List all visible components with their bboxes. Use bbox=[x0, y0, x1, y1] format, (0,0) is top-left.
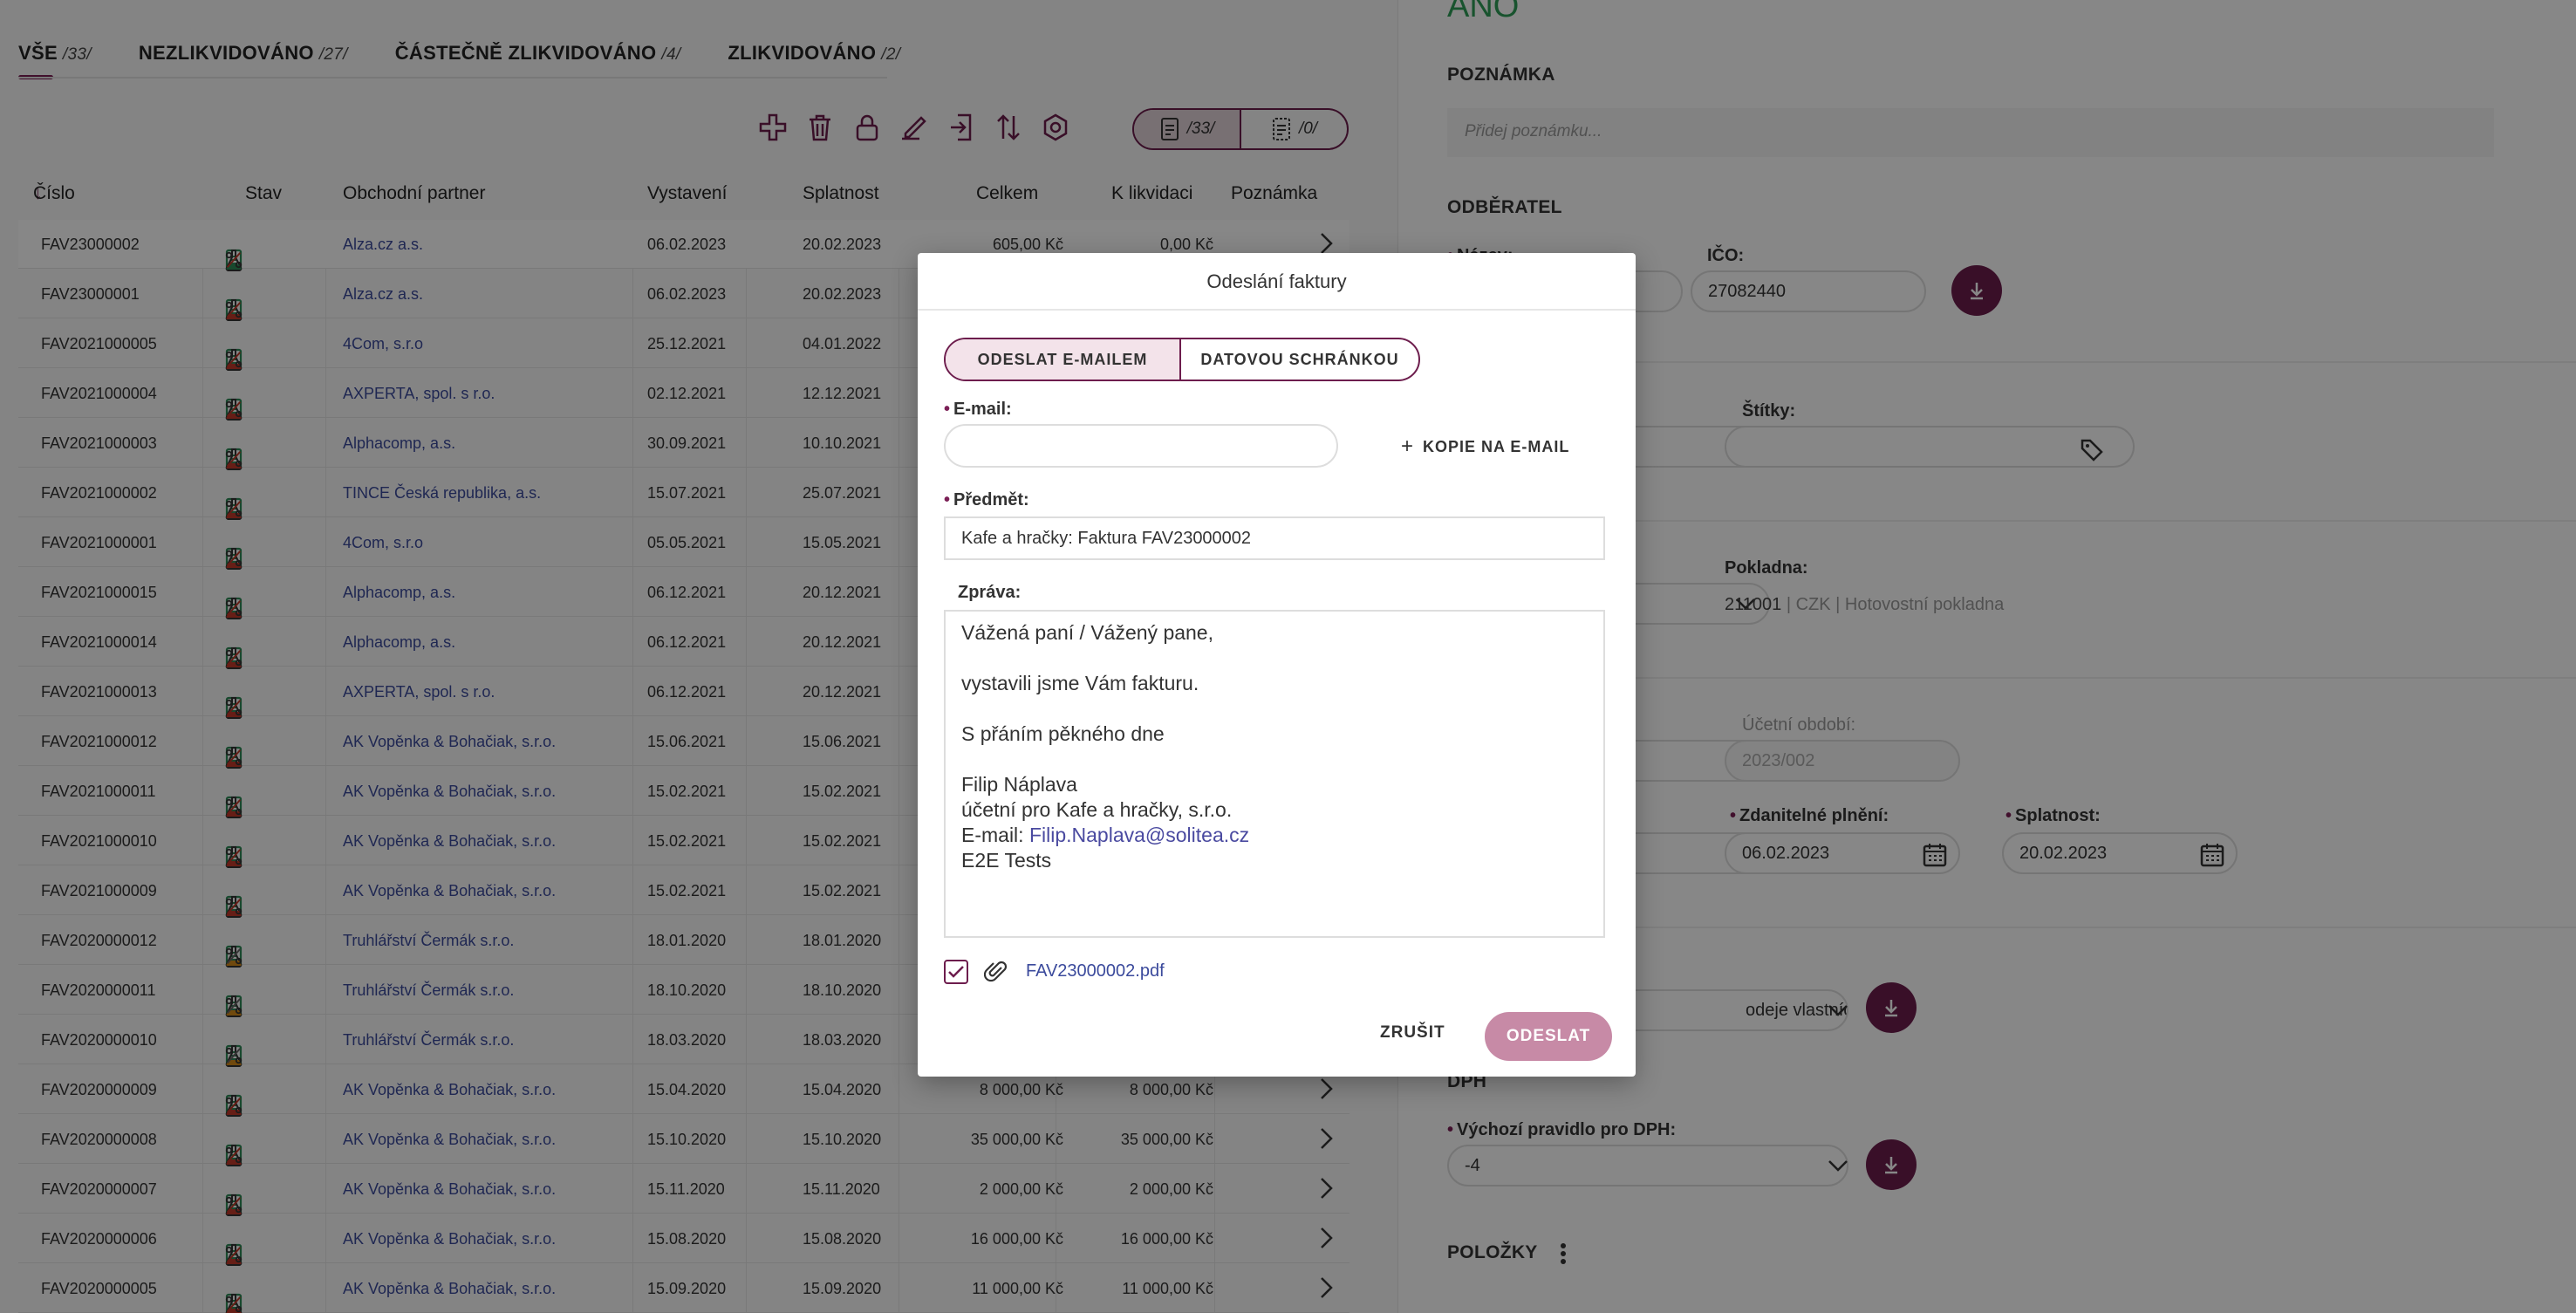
copy-to-email-button[interactable]: + KOPIE NA E-MAIL bbox=[1401, 434, 1569, 459]
message-line: Filip Náplava bbox=[961, 773, 1077, 796]
message-email-line: E-mail: Filip.Naplava@solitea.cz bbox=[961, 823, 1588, 848]
send-invoice-dialog: Odeslání faktury ODESLAT E-MAILEM DATOVO… bbox=[918, 253, 1636, 1077]
cancel-button[interactable]: ZRUŠIT bbox=[1380, 1023, 1445, 1043]
send-email-tab[interactable]: ODESLAT E-MAILEM bbox=[946, 339, 1181, 380]
send-button[interactable]: ODESLAT bbox=[1485, 1012, 1612, 1061]
subject-label: • Předmět: bbox=[944, 490, 1029, 509]
label-text: E-mail: bbox=[953, 400, 1012, 419]
label-text: Předmět: bbox=[953, 490, 1029, 509]
message-textarea[interactable]: Vážená paní / Vážený pane, vystavili jsm… bbox=[944, 610, 1605, 938]
dialog-title: Odeslání faktury bbox=[918, 253, 1636, 311]
message-email-link[interactable]: Filip.Naplava@solitea.cz bbox=[1029, 824, 1249, 846]
paperclip-icon bbox=[984, 961, 1008, 982]
app-root: VŠE/33/ NEZLIKVIDOVÁNO/27/ ČÁSTEČNĚ ZLIK… bbox=[0, 0, 2576, 1313]
send-databox-tab[interactable]: DATOVOU SCHRÁNKOU bbox=[1181, 339, 1418, 380]
subject-field[interactable]: Kafe a hračky: Faktura FAV23000002 bbox=[944, 516, 1605, 560]
message-line: vystavili jsme Vám fakturu. bbox=[961, 672, 1199, 694]
copy-to-email-label: KOPIE NA E-MAIL bbox=[1423, 437, 1570, 455]
email-field[interactable] bbox=[944, 424, 1338, 468]
message-line: E2E Tests bbox=[961, 849, 1052, 872]
message-label: Zpráva: bbox=[958, 583, 1022, 602]
plus-icon: + bbox=[1401, 434, 1415, 458]
checkmark-icon bbox=[948, 966, 964, 978]
email-label: • E-mail: bbox=[944, 400, 1012, 419]
message-line: S přáním pěkného dne bbox=[961, 722, 1165, 745]
attachment-link[interactable]: FAV23000002.pdf bbox=[1026, 961, 1165, 981]
email-prefix: E-mail: bbox=[961, 824, 1029, 846]
attachment-checkbox[interactable] bbox=[944, 960, 968, 984]
message-line: Vážená paní / Vážený pane, bbox=[961, 621, 1213, 644]
send-method-toggle: ODESLAT E-MAILEM DATOVOU SCHRÁNKOU bbox=[944, 338, 1420, 381]
message-line: účetní pro Kafe a hračky, s.r.o. bbox=[961, 798, 1233, 821]
